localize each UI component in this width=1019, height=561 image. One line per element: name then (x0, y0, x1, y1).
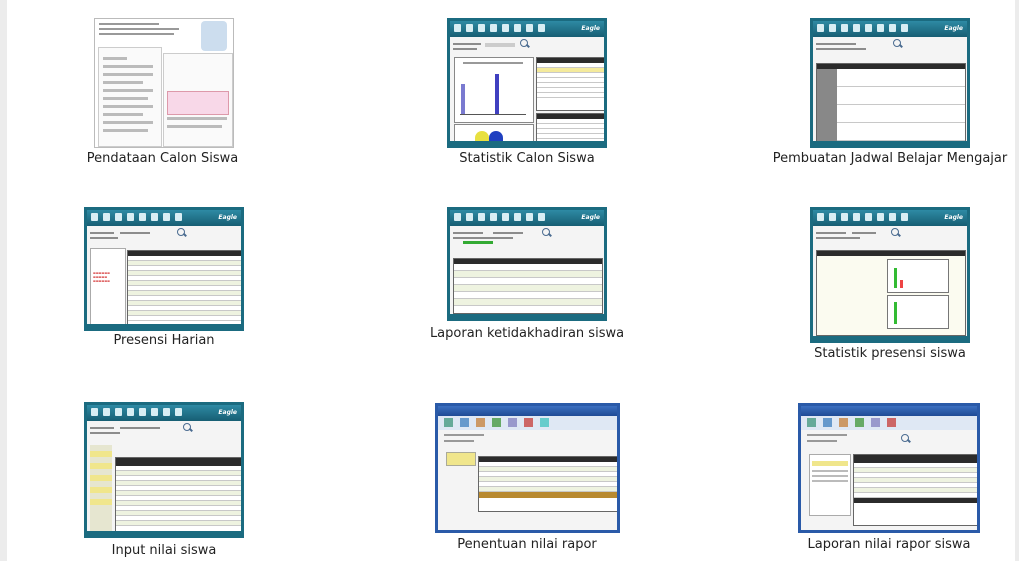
page-right-strip (1015, 0, 1019, 561)
thumbnail-laporan-ketidakhadiran[interactable]: Eagle (447, 207, 607, 321)
caption-pendataan-calon-siswa[interactable]: Pendataan Calon Siswa (60, 151, 265, 166)
search-icon[interactable] (901, 434, 909, 442)
caption-statistik-calon-siswa[interactable]: Statistik Calon Siswa (427, 151, 627, 166)
search-icon[interactable] (520, 39, 528, 47)
thumbnail-penentuan-nilai-rapor[interactable] (435, 403, 620, 533)
thumbnail-pembuatan-jadwal[interactable]: Eagle (810, 18, 970, 148)
caption-pembuatan-jadwal[interactable]: Pembuatan Jadwal Belajar Mengajar (760, 151, 1019, 166)
thumbnail-presensi-harian[interactable]: Eagle ▬▬▬▬▬▬ ▬▬▬▬▬ ▬▬▬▬▬▬ (84, 207, 244, 331)
thumbnail-statistik-calon-siswa[interactable]: Eagle (447, 18, 607, 148)
caption-laporan-ketidakhadiran[interactable]: Laporan ketidakhadiran siswa (417, 326, 637, 341)
search-icon[interactable] (893, 39, 901, 47)
page-left-strip (0, 0, 7, 561)
avatar (201, 21, 227, 51)
search-icon[interactable] (542, 228, 550, 236)
caption-input-nilai[interactable]: Input nilai siswa (64, 543, 264, 558)
thumbnail-pendataan-calon-siswa[interactable] (94, 18, 234, 148)
thumbnail-statistik-presensi[interactable]: Eagle (810, 207, 970, 343)
search-icon[interactable] (183, 423, 191, 431)
caption-presensi-harian[interactable]: Presensi Harian (64, 333, 264, 348)
thumbnail-input-nilai[interactable]: Eagle (84, 402, 244, 538)
search-icon[interactable] (891, 228, 899, 236)
thumbnail-laporan-nilai-rapor[interactable] (798, 403, 980, 533)
caption-laporan-nilai-rapor[interactable]: Laporan nilai rapor siswa (779, 537, 999, 552)
caption-penentuan-nilai-rapor[interactable]: Penentuan nilai rapor (427, 537, 627, 552)
caption-statistik-presensi[interactable]: Statistik presensi siswa (780, 346, 1000, 361)
search-icon[interactable] (177, 228, 185, 236)
